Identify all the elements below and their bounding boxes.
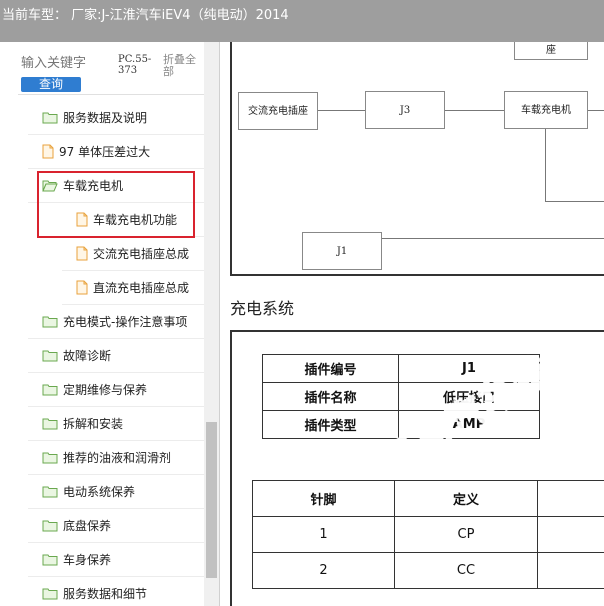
ac-socket-box: 交流充电插座 [238,92,318,130]
document-icon [76,280,88,294]
current-model-label: 当前车型： 厂家:J-江淮汽车iEV4（纯电动）2014 [2,8,289,23]
pc-code: PC.55-373 [118,54,152,76]
table-header-cell [537,480,604,517]
diagram-box-top: 座 [514,42,588,60]
pin-table: 针脚 定义 1 CP 2 CC [252,480,604,589]
table-cell-key: 插件类型 [262,410,399,439]
wire [545,129,546,201]
folder-icon [42,384,58,395]
table-cell: CC [394,552,538,589]
tree-item-label: 拆解和安装 [63,416,124,431]
tree-item-label: 底盘保养 [63,518,112,533]
table-header-cell: 定义 [394,480,538,517]
table-cell: 2 [252,552,395,589]
tree-item-label: 推荐的油液和润滑剂 [63,450,172,465]
wire [382,238,604,239]
sidebar-scrollbar[interactable] [204,42,219,606]
tree-item-label: 服务数据及说明 [63,110,148,125]
tree-item[interactable]: 直流充电插座总成 [76,270,189,304]
charger-box: 车载充电机 [504,91,588,129]
folder-icon [42,112,58,123]
table-cell: CP [394,516,538,553]
tree-item[interactable]: 97 单体压差过大 [42,134,150,168]
tree-item[interactable]: 拆解和安装 [42,406,123,440]
table-row: 2 CC [252,552,604,589]
tree-item[interactable]: 底盘保养 [42,508,111,542]
tree-item-label: 故障诊断 [63,348,112,363]
document-icon [76,246,88,260]
tree-item[interactable]: 交流充电插座总成 [76,236,189,270]
folder-icon [42,554,58,565]
wire [445,110,504,111]
tree-item[interactable]: 电动系统保养 [42,474,135,508]
folder-icon [42,452,58,463]
table-cell [537,552,604,589]
tree-item[interactable]: 推荐的油液和润滑剂 [42,440,171,474]
tree-item-label: 交流充电插座总成 [93,246,190,261]
document-view: 座 交流充电插座 J3 车载充电机 J1 充电系统 插件编号 J1 插件名称 低压接口… [221,42,604,606]
tree-item[interactable]: 车身保养 [42,542,111,576]
wire [588,110,604,111]
folder-icon [42,520,58,531]
wiring-diagram: 座 交流充电插座 J3 车载充电机 J1 [230,42,604,276]
j1-box: J1 [302,232,382,270]
sidebar: 查询 PC.55-373 折叠全部 服务数据及说明97 单体压差过大车载充电机车… [0,42,220,606]
highlight-box [37,171,195,238]
table-cell: 1 [252,516,395,553]
search-area: 查询 PC.55-373 折叠全部 [18,50,204,92]
folder-icon [42,588,58,599]
title-bar: 当前车型： 厂家:J-江淮汽车iEV4（纯电动）2014 [0,0,604,42]
tree-item-label: 97 单体压差过大 [59,144,151,159]
tree-item-label: 定期维修与保养 [63,382,148,397]
folder-icon [42,350,58,361]
j3-box: J3 [365,91,445,129]
table-header-cell: 针脚 [252,480,395,517]
divider [18,94,204,95]
tree-item-label: 充电模式-操作注意事项 [63,314,188,329]
table-cell-key: 插件编号 [262,354,399,383]
tree-item[interactable]: 定期维修与保养 [42,372,147,406]
table-header-row: 针脚 定义 [252,480,604,517]
table-cell [537,516,604,553]
folder-icon [42,418,58,429]
keyword-input[interactable] [18,54,112,72]
tree-item-label: 电动系统保养 [63,484,136,499]
tree-item-label: 直流充电插座总成 [93,280,190,295]
table-row: 1 CP [252,516,604,553]
folder-icon [42,486,58,497]
folder-icon [42,316,58,327]
collapse-all-link[interactable]: 折叠全部 [163,54,203,78]
wire [545,201,604,202]
section-title: 充电系统 [230,299,295,318]
tree-item-label: 车身保养 [63,552,112,567]
scroll-thumb[interactable] [206,422,217,578]
wire [318,110,365,111]
tree-item[interactable]: 充电模式-操作注意事项 [42,304,187,338]
tree-item[interactable]: 服务数据及说明 [42,100,147,134]
table-cell-key: 插件名称 [262,382,399,411]
document-icon [42,144,54,158]
tree-item[interactable]: 故障诊断 [42,338,111,372]
search-button[interactable]: 查询 [21,77,81,92]
tree-item[interactable]: 服务数据和细节 [42,576,147,606]
tree-item-label: 服务数据和细节 [63,586,148,601]
